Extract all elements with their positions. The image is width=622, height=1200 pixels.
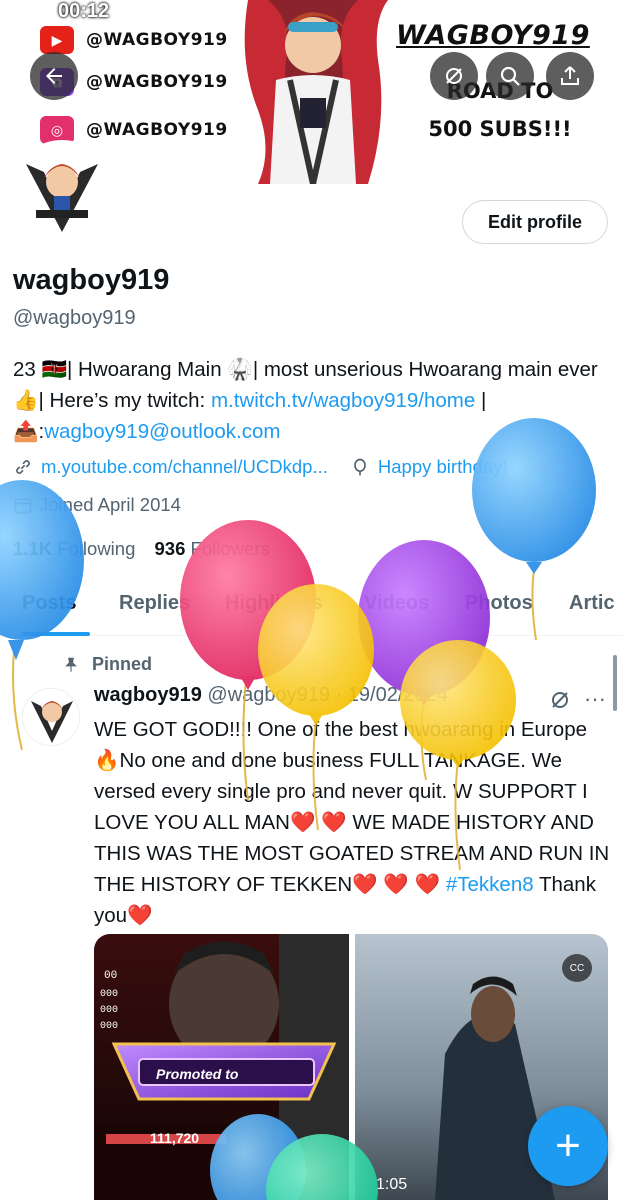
tab-photos[interactable]: Photos: [465, 592, 533, 615]
grok-icon: [446, 68, 462, 84]
post-avatar-image: [23, 689, 79, 745]
tab-highlights[interactable]: Highlights: [225, 592, 323, 615]
closed-captions-icon[interactable]: CC: [562, 954, 592, 982]
banner-twitch-handle: @WAGBOY919: [86, 72, 228, 92]
followers-link[interactable]: 936 Followers: [155, 538, 270, 559]
post-body: WE GOT GOD!!!! One of the best hwoarang …: [94, 714, 614, 931]
profile-tabs: Posts Replies Highlights Videos Photos A…: [0, 578, 622, 636]
post-author-name[interactable]: wagboy919: [94, 684, 202, 706]
active-tab-indicator: [22, 632, 90, 636]
tab-videos[interactable]: Videos: [364, 592, 429, 615]
svg-text:00: 00: [104, 970, 117, 982]
bio-email-link[interactable]: wagboy919@outlook.com: [44, 420, 280, 443]
banner-youtube-row: ▶ @WAGBOY919: [40, 22, 228, 58]
pinned-label: Pinned: [62, 654, 152, 675]
profile-handle: @wagboy919: [13, 307, 136, 329]
followers-count: 936: [154, 538, 186, 559]
profile-avatar[interactable]: [10, 140, 114, 244]
svg-text:000: 000: [100, 1021, 118, 1032]
scrollbar[interactable]: [613, 655, 617, 711]
profile-birthday[interactable]: Happy birthday!: [378, 456, 508, 478]
search-icon: [500, 66, 520, 86]
avatar-image: [14, 144, 110, 240]
profile-display-name: wagboy919: [13, 264, 170, 296]
youtube-icon: ▶: [40, 26, 74, 54]
post-grok-icon[interactable]: [548, 688, 572, 712]
followers-label: Followers: [190, 538, 270, 559]
profile-website-link[interactable]: m.youtube.com/channel/UCDkdp...: [41, 456, 328, 478]
banner-youtube-handle: @WAGBOY919: [86, 30, 228, 50]
profile-meta-row: m.youtube.com/channel/UCDkdp... Happy bi…: [13, 456, 507, 478]
grok-button[interactable]: [430, 52, 478, 100]
media-promoted-text: Promoted to: [156, 1066, 239, 1082]
banner-character-art: [244, 0, 388, 184]
following-count: 1.1K: [13, 538, 53, 559]
share-icon: [561, 66, 579, 85]
pinned-text: Pinned: [92, 654, 153, 674]
share-button[interactable]: [546, 52, 594, 100]
post-media-image-1[interactable]: Promoted to 00 000 000 000: [94, 934, 349, 1200]
back-button[interactable]: [30, 52, 78, 100]
post-header: wagboy919 @wagboy919 · 19/02/2024: [94, 684, 448, 707]
banner-instagram-handle: @WAGBOY919: [86, 120, 228, 140]
profile-joined-text: Joined April 2014: [39, 494, 181, 515]
svg-text:000: 000: [100, 1005, 118, 1016]
search-button[interactable]: [486, 52, 534, 100]
profile-bio: 23 🇰🇪| Hwoarang Main 🥋| most unserious H…: [13, 354, 603, 447]
post-meta: @wagboy919 · 19/02/2024: [207, 684, 448, 706]
bio-twitch-link[interactable]: m.twitch.tv/wagboy919/home: [211, 389, 475, 412]
tab-replies[interactable]: Replies: [119, 592, 190, 615]
following-label: Following: [57, 538, 136, 559]
banner-subtitle-line2: 500 SUBS!!!: [428, 117, 572, 141]
link-icon: [16, 460, 30, 474]
balloon-icon: [354, 458, 366, 476]
edit-profile-button[interactable]: Edit profile: [462, 200, 608, 244]
tab-articles[interactable]: Artic: [569, 592, 615, 615]
media-count-text: 111,720: [150, 1130, 200, 1146]
compose-post-button[interactable]: +: [528, 1106, 608, 1186]
post-more-icon[interactable]: ···: [584, 686, 606, 712]
back-icon: [46, 68, 62, 84]
post-hashtag[interactable]: #Tekken8: [446, 873, 534, 896]
calendar-icon: [14, 498, 32, 514]
svg-text:000: 000: [100, 989, 118, 1000]
status-bar-time: 00:12: [58, 0, 110, 22]
profile-joined: Joined April 2014: [13, 494, 181, 516]
post-author-avatar[interactable]: [22, 688, 80, 746]
post-text: WE GOT GOD!!!! One of the best hwoarang …: [94, 718, 610, 896]
video-duration: 1:05: [376, 1176, 408, 1193]
pin-icon: [65, 657, 77, 672]
tekken-promotion-image: Promoted to 00 000 000 000: [94, 934, 349, 1200]
tab-posts[interactable]: Posts: [22, 592, 76, 615]
following-link[interactable]: 1.1K Following: [13, 538, 135, 559]
profile-follow-stats: 1.1K Following 936 Followers: [13, 538, 270, 560]
banner-title: WAGBOY919: [396, 20, 590, 51]
